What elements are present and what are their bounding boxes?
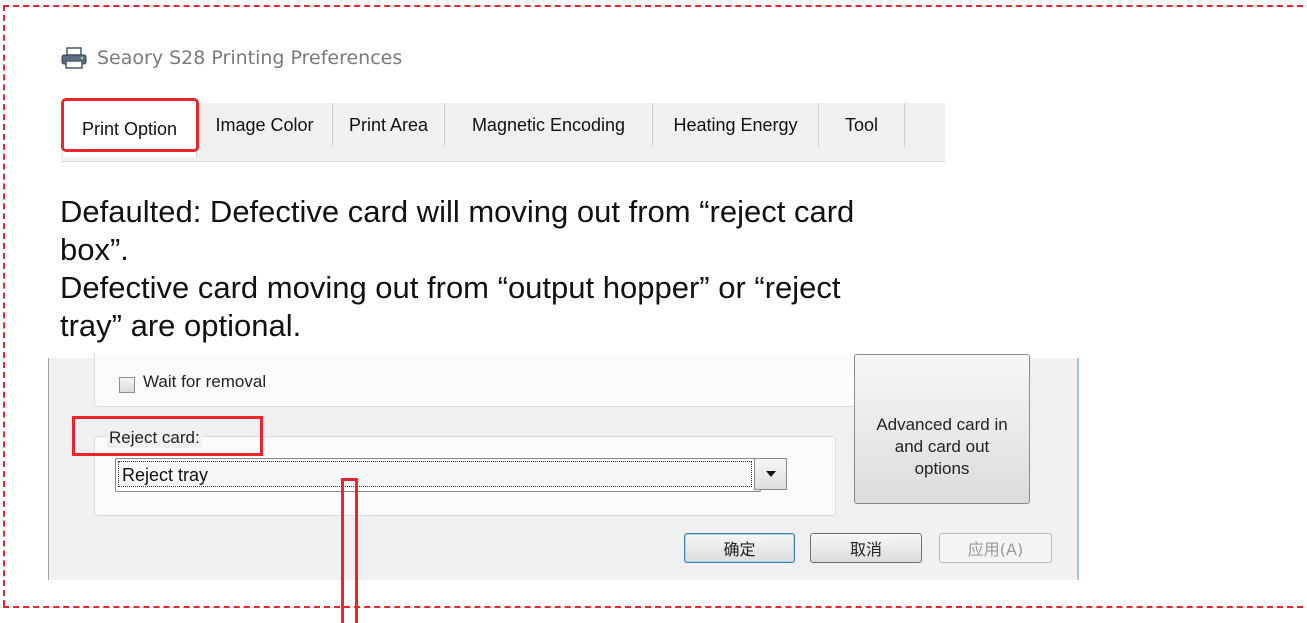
ok-button[interactable]: 确定: [684, 533, 795, 563]
tab-heating-energy[interactable]: Heating Energy: [653, 103, 819, 147]
reject-card-selected-value: Reject tray: [118, 461, 752, 487]
wait-for-removal-label: Wait for removal: [143, 372, 267, 391]
annotation-border-top: [3, 5, 1303, 7]
cancel-button[interactable]: 取消: [810, 533, 922, 563]
highlight-reject-card-label: [72, 416, 263, 456]
window-title: Seaory S28 Printing Preferences: [97, 47, 403, 69]
description-line-2: Defective card moving out from “output h…: [60, 270, 841, 343]
annotation-border-bottom: [3, 606, 1303, 608]
tab-image-color[interactable]: Image Color: [197, 103, 333, 147]
description-line-1: Defaulted: Defective card will moving ou…: [60, 194, 855, 267]
tab-magnetic-encoding[interactable]: Magnetic Encoding: [445, 103, 653, 147]
printer-icon: [61, 47, 87, 69]
description-text: Defaulted: Defective card will moving ou…: [60, 193, 880, 345]
tab-tool[interactable]: Tool: [819, 103, 905, 147]
advanced-card-options-button[interactable]: Advanced card in and card out options: [854, 354, 1030, 504]
annotation-border-left: [3, 5, 5, 606]
chevron-down-icon: [765, 471, 776, 477]
tab-print-area[interactable]: Print Area: [333, 103, 445, 147]
highlight-callout-line: [341, 478, 358, 623]
reject-card-select[interactable]: Reject tray: [115, 458, 761, 492]
highlight-print-option-tab: [61, 98, 199, 152]
wait-for-removal-checkbox[interactable]: [119, 377, 135, 393]
reject-card-dropdown-button[interactable]: [754, 458, 787, 490]
print-option-dialog: Wait for removal Reject card: Reject tra…: [48, 354, 1079, 580]
apply-button[interactable]: 应用(A): [939, 533, 1052, 563]
window-title-bar: Seaory S28 Printing Preferences: [61, 45, 402, 71]
